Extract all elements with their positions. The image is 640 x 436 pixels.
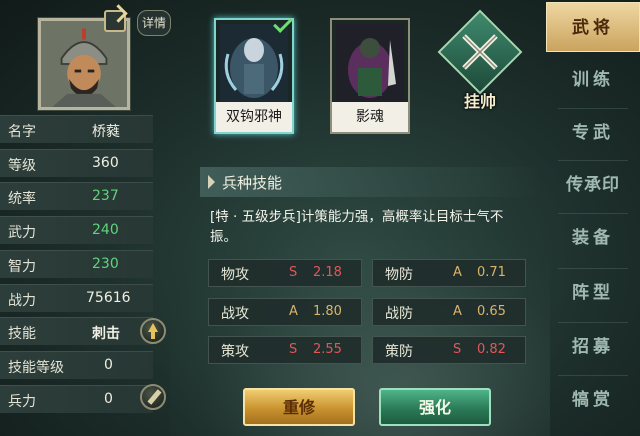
rate-value: 0.65 (477, 304, 506, 319)
stat-row-command: 统率 237 (0, 182, 153, 210)
tab-training[interactable]: 训练 (546, 55, 640, 105)
rate-grade: S (289, 265, 298, 280)
stat-label: 兵力 (8, 394, 36, 410)
stat-value: 75616 (86, 290, 131, 306)
edit-icon[interactable] (104, 10, 126, 32)
rate-strategy-defense: 策防 S 0.82 (372, 336, 526, 364)
stat-row-force: 武力 240 (0, 216, 153, 244)
unit-card-yinghun[interactable]: 影魂 (330, 18, 410, 134)
stat-value: 240 (92, 222, 119, 238)
stat-label: 名字 (8, 124, 36, 140)
unit-name: 双钩邪神 (216, 102, 292, 132)
pencil-icon (147, 389, 162, 405)
rate-battle-attack: 战攻 A 1.80 (208, 298, 362, 326)
commander-button[interactable]: 挂帅 (437, 9, 523, 114)
arrow-marker-icon (208, 175, 215, 189)
stat-label: 技能 (8, 326, 36, 342)
stat-label: 战力 (8, 293, 36, 309)
rate-label: 物防 (385, 267, 413, 283)
rate-grade: A (453, 265, 462, 280)
stat-row-skill-level: 技能等级 0 (0, 351, 153, 379)
unit-card-shuanggou[interactable]: 双钩邪神 (214, 13, 294, 134)
tab-recruit[interactable]: 招募 (546, 322, 640, 372)
detail-button[interactable]: 详情 (137, 10, 171, 36)
stat-label: 武力 (8, 225, 36, 241)
stat-row-troops: 兵力 0 (0, 385, 153, 413)
stat-row-skill: 技能 刺击 (0, 317, 153, 345)
rate-strategy-attack: 策攻 S 2.55 (208, 336, 362, 364)
stat-row-power: 战力 75616 (0, 284, 153, 312)
skill-upgrade-button[interactable] (140, 318, 166, 344)
stat-value: 360 (92, 155, 119, 171)
stat-value: 230 (92, 256, 119, 272)
hero-portrait-art (41, 21, 127, 107)
rate-physical-attack: 物攻 S 2.18 (208, 259, 362, 287)
rate-value: 1.80 (313, 304, 342, 319)
tab-exclusive-weapon[interactable]: 专武 (546, 108, 640, 158)
stat-row-level: 等级 360 (0, 149, 153, 177)
reset-button[interactable]: 重修 (243, 388, 355, 426)
stat-value: 刺击 (92, 326, 120, 342)
rate-value: 0.71 (477, 265, 506, 280)
enhance-button[interactable]: 强化 (379, 388, 491, 426)
stat-label: 技能等级 (8, 360, 64, 376)
stat-value: 0 (104, 357, 113, 373)
tab-inheritance-seal[interactable]: 传承印 (546, 160, 640, 210)
tab-general[interactable]: 武将 (546, 2, 640, 52)
stat-value: 桥蕤 (92, 124, 120, 140)
troops-edit-button[interactable] (140, 384, 166, 410)
stat-label: 等级 (8, 158, 36, 174)
rate-grade: S (289, 342, 298, 357)
commander-label: 挂帅 (463, 92, 496, 111)
rate-label: 策防 (385, 344, 413, 360)
rate-battle-defense: 战防 A 0.65 (372, 298, 526, 326)
tab-equipment[interactable]: 装备 (546, 213, 640, 263)
rate-physical-defense: 物防 A 0.71 (372, 259, 526, 287)
section-title: 兵种技能 (222, 174, 283, 192)
stat-row-name: 名字 桥蕤 (0, 115, 153, 143)
rate-value: 0.82 (477, 342, 506, 357)
rate-label: 战防 (385, 306, 413, 322)
rate-label: 战攻 (221, 306, 249, 322)
unit-name: 影魂 (332, 102, 408, 132)
rate-value: 2.18 (313, 265, 342, 280)
rate-grade: S (453, 342, 462, 357)
rate-value: 2.55 (313, 342, 342, 357)
rate-label: 策攻 (221, 344, 249, 360)
rate-label: 物攻 (221, 267, 249, 283)
skill-description: [特 · 五级步兵]计策能力强，高概率让目标士气不振。 (210, 209, 504, 245)
unit-art-yinghun (336, 24, 404, 104)
stat-label: 统率 (8, 191, 36, 207)
rate-grade: A (453, 304, 462, 319)
unit-skill-header: 兵种技能 (200, 167, 540, 197)
tab-formation[interactable]: 阵型 (546, 268, 640, 318)
stat-label: 智力 (8, 259, 36, 275)
stat-value: 237 (92, 188, 119, 204)
unit-art-shuanggou (220, 24, 288, 104)
tab-reward[interactable]: 犒赏 (546, 375, 640, 425)
stat-row-intellect: 智力 230 (0, 250, 153, 278)
side-tabs: 武将 训练 专武 传承印 装备 阵型 招募 犒赏 (546, 0, 640, 436)
rate-grade: A (289, 304, 298, 319)
